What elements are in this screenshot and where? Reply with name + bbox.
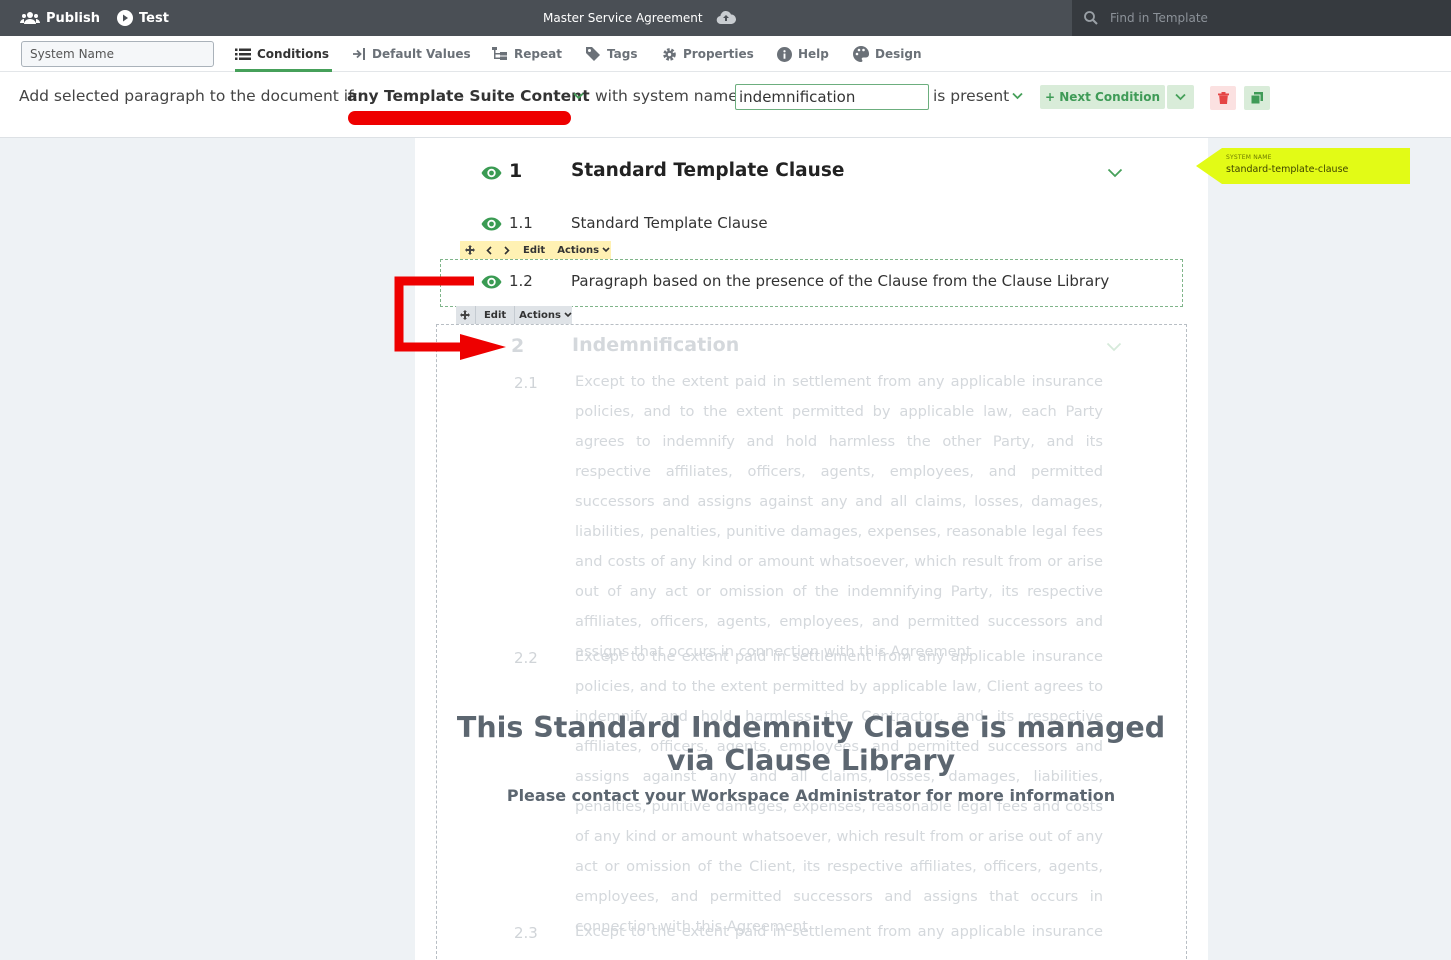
- tab-design[interactable]: Design: [853, 36, 922, 72]
- palette-icon: [853, 46, 869, 62]
- subsection-number: 2.2: [514, 649, 538, 667]
- publish-button[interactable]: Publish: [20, 0, 100, 36]
- tab-conditions[interactable]: Conditions: [235, 36, 333, 72]
- delete-condition-button[interactable]: [1210, 86, 1236, 110]
- chevron-down-icon[interactable]: [573, 92, 584, 100]
- move-handle[interactable]: [460, 241, 480, 259]
- subsection-text[interactable]: Standard Template Clause: [571, 214, 768, 232]
- subsection-number: 2.3: [514, 924, 538, 942]
- document-title: Master Service Agreement: [543, 11, 703, 25]
- trash-icon: [1217, 92, 1229, 104]
- chevron-down-icon: [564, 312, 572, 318]
- actions-label: Actions: [557, 244, 600, 256]
- system-name-input[interactable]: [21, 41, 214, 67]
- operator-dropdown[interactable]: is present: [933, 87, 1009, 105]
- tab-label: Default Values: [372, 47, 471, 61]
- chevron-down-icon: [1175, 93, 1186, 101]
- tab-label: Tags: [607, 47, 638, 61]
- search-input[interactable]: [1110, 11, 1410, 25]
- edit-button[interactable]: Edit: [516, 241, 553, 259]
- top-bar: Publish Test Master Service Agreement: [0, 0, 1451, 36]
- gear-icon: [663, 47, 676, 61]
- search-icon: [1084, 11, 1098, 25]
- tabs-bar: Conditions Default Values Repeat Tags: [0, 36, 1451, 72]
- eye-icon[interactable]: [481, 166, 502, 180]
- tab-tags[interactable]: Tags: [585, 36, 637, 72]
- test-label: Test: [139, 10, 169, 26]
- chevron-down-icon[interactable]: [1012, 92, 1023, 100]
- actions-dropdown[interactable]: Actions: [553, 241, 610, 259]
- next-condition-button[interactable]: + Next Condition: [1040, 85, 1165, 109]
- subsection-number: 1.2: [509, 272, 533, 290]
- chevron-down-icon: [1106, 342, 1122, 352]
- clause-paragraph: Except to the extent paid in settlement …: [575, 923, 1103, 940]
- condition-prefix: Add selected paragraph to the document i…: [19, 87, 359, 105]
- tab-label: Repeat: [514, 47, 562, 61]
- cloud-upload-icon[interactable]: [716, 9, 736, 25]
- tab-label: Design: [875, 47, 922, 61]
- tab-default-values[interactable]: Default Values: [352, 36, 471, 72]
- play-circle-icon: [117, 10, 133, 26]
- copy-condition-button[interactable]: [1244, 86, 1270, 110]
- chevron-left-icon: [486, 245, 492, 255]
- subsection-text[interactable]: Paragraph based on the presence of the C…: [571, 272, 1109, 290]
- tab-label: Help: [798, 47, 829, 61]
- locked-clause-message: This Standard Indemnity Clause is manage…: [456, 711, 1166, 777]
- tab-label: Conditions: [257, 47, 330, 61]
- tab-properties[interactable]: Properties: [662, 36, 754, 72]
- publish-label: Publish: [46, 10, 100, 26]
- section-number: 1: [509, 160, 523, 182]
- tab-label: Properties: [683, 47, 754, 61]
- users-icon: [20, 12, 40, 24]
- search-box: [1072, 0, 1451, 36]
- clause-paragraph: Except to the extent paid in settlement …: [575, 373, 1103, 660]
- annotation-underline: [348, 111, 571, 125]
- with-system-name-label: with system name: [595, 87, 738, 105]
- annotation-arrow-icon: [394, 276, 506, 360]
- indent-button[interactable]: [498, 241, 516, 259]
- actions-label: Actions: [519, 309, 561, 321]
- copy-icon: [1251, 92, 1263, 104]
- info-circle-icon: [777, 46, 792, 62]
- tag-icon: [586, 47, 600, 61]
- system-name-tag: SYSTEM NAME standard-template-clause: [1196, 148, 1410, 184]
- tab-repeat[interactable]: Repeat: [492, 36, 562, 72]
- content-type-dropdown[interactable]: any Template Suite Content: [347, 87, 590, 105]
- subsection-number: 2.1: [514, 374, 538, 392]
- locked-clause-subtitle: Please contact your Workspace Administra…: [506, 786, 1116, 805]
- sign-in-icon: [353, 48, 365, 60]
- system-name-field[interactable]: [735, 84, 929, 110]
- outdent-button[interactable]: [480, 241, 498, 259]
- list-icon: [235, 48, 251, 60]
- chevron-right-icon: [504, 245, 510, 255]
- system-name-tag-label: SYSTEM NAME: [1226, 154, 1272, 161]
- sitemap-icon: [492, 47, 507, 60]
- eye-icon[interactable]: [481, 217, 502, 231]
- condition-bar: Add selected paragraph to the document i…: [0, 72, 1451, 138]
- next-condition-dropdown[interactable]: [1167, 85, 1194, 109]
- test-button[interactable]: Test: [117, 0, 169, 36]
- actions-dropdown[interactable]: Actions: [514, 306, 572, 324]
- section-title[interactable]: Standard Template Clause: [571, 160, 844, 181]
- chevron-down-icon: [602, 247, 610, 253]
- chevron-down-icon[interactable]: [1107, 168, 1123, 178]
- section-number: 2: [511, 335, 525, 357]
- move-icon: [465, 245, 475, 255]
- subsection-number: 1.1: [509, 214, 533, 232]
- section-title: Indemnification: [572, 334, 740, 356]
- system-name-tag-value: standard-template-clause: [1226, 164, 1349, 175]
- paragraph-toolbar: Edit Actions: [460, 241, 611, 259]
- tab-help[interactable]: Help: [777, 36, 829, 72]
